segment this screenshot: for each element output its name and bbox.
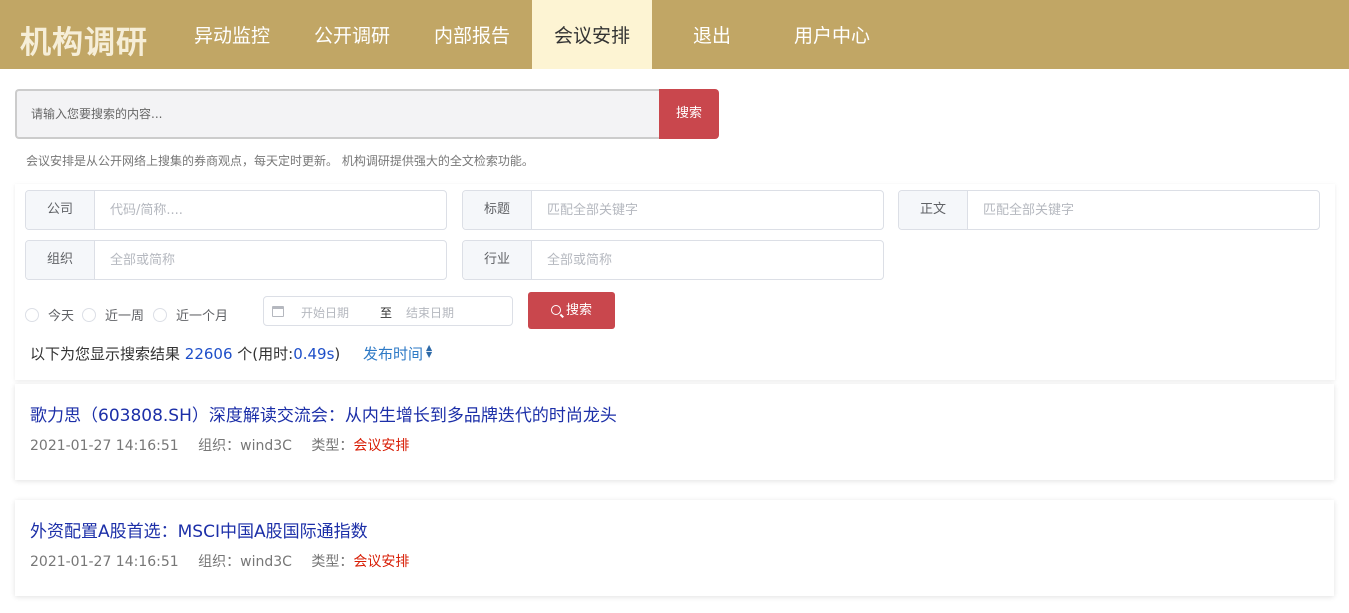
date-start-input[interactable]: 开始日期 xyxy=(301,304,349,321)
company-label: 公司 xyxy=(26,191,95,229)
type-meta-value: 会议安排 xyxy=(353,554,410,570)
summary-suffix: 个(用时: xyxy=(237,345,294,363)
date-end-input[interactable]: 结束日期 xyxy=(406,304,454,321)
result-card: 外资配置A股首选：MSCI中国A股国际通指数 2021-01-27 14:16:… xyxy=(15,500,1334,596)
radio-circle[interactable] xyxy=(25,307,39,322)
org-meta-label: 组织： xyxy=(198,554,241,570)
radio-label: 近一周 xyxy=(105,309,145,324)
main-search-button[interactable]: 搜索 xyxy=(659,89,719,139)
sort-arrows-icon: ▲ ▼ xyxy=(426,343,433,359)
result-title-link[interactable]: 外资配置A股首选：MSCI中国A股国际通指数 xyxy=(30,517,368,542)
query-time: 0.49s xyxy=(293,345,335,363)
type-meta-label: 类型： xyxy=(311,438,354,454)
radio-label: 今天 xyxy=(48,309,75,324)
title-field: 标题 xyxy=(462,190,884,230)
radio-week[interactable]: 近一周 xyxy=(82,305,144,324)
nav-item-logout[interactable]: 退出 xyxy=(652,0,772,69)
radio-month[interactable]: 近一个月 xyxy=(153,305,228,324)
result-meta: 2021-01-27 14:16:51 组织：wind3C 类型：会议安排 xyxy=(30,551,424,571)
date-range-picker[interactable]: 开始日期 至 结束日期 xyxy=(263,296,513,326)
type-meta-label: 类型： xyxy=(311,554,354,570)
result-title-link[interactable]: 歌力思（603808.SH）深度解读交流会：从内生增长到多品牌迭代的时尚龙头 xyxy=(30,401,617,426)
radio-label: 近一个月 xyxy=(176,309,229,324)
industry-input[interactable] xyxy=(532,241,883,279)
result-type: 类型：会议安排 xyxy=(311,554,409,570)
company-input[interactable] xyxy=(95,191,446,229)
search-description: 会议安排是从公开网络上搜集的券商观点，每天定时更新。 机构调研提供强大的全文检索… xyxy=(26,154,534,168)
sort-by-publish-time[interactable]: 发布时间 ▲ ▼ xyxy=(363,343,432,364)
nav-item-meetings[interactable]: 会议安排 xyxy=(532,0,652,69)
nav-item-public-research[interactable]: 公开调研 xyxy=(292,0,412,69)
industry-field: 行业 xyxy=(462,240,884,280)
org-meta-value: wind3C xyxy=(240,554,292,570)
org-field: 组织 xyxy=(25,240,447,280)
calendar-icon xyxy=(272,306,284,317)
body-input[interactable] xyxy=(968,191,1319,229)
result-org: 组织：wind3C xyxy=(198,554,292,570)
body-field: 正文 xyxy=(898,190,1320,230)
result-org: 组织：wind3C xyxy=(198,438,292,454)
title-label: 标题 xyxy=(463,191,532,229)
nav-item-internal-reports[interactable]: 内部报告 xyxy=(412,0,532,69)
search-icon xyxy=(550,305,561,315)
industry-label: 行业 xyxy=(463,241,532,279)
radio-circle[interactable] xyxy=(153,307,167,322)
date-range-separator: 至 xyxy=(380,306,393,320)
org-label: 组织 xyxy=(26,241,95,279)
radio-circle[interactable] xyxy=(82,307,96,322)
company-field: 公司 xyxy=(25,190,447,230)
result-summary: 以下为您显示搜索结果 22606 个(用时:0.49s) xyxy=(30,343,340,364)
filter-search-label: 搜索 xyxy=(565,303,592,318)
result-type: 类型：会议安排 xyxy=(311,438,409,454)
main-search-input[interactable] xyxy=(15,89,660,139)
result-card: 歌力思（603808.SH）深度解读交流会：从内生增长到多品牌迭代的时尚龙头 2… xyxy=(15,384,1334,480)
org-meta-label: 组织： xyxy=(198,438,241,454)
org-meta-value: wind3C xyxy=(240,438,292,454)
result-count: 22606 xyxy=(184,345,233,363)
nav-item-user-center[interactable]: 用户中心 xyxy=(772,0,892,69)
filter-search-button[interactable]: 搜索 xyxy=(528,292,615,329)
summary-prefix: 以下为您显示搜索结果 xyxy=(30,345,181,363)
org-input[interactable] xyxy=(95,241,446,279)
result-datetime: 2021-01-27 14:16:51 xyxy=(30,438,179,454)
summary-close: ) xyxy=(334,345,341,363)
main-search-bar: 搜索 xyxy=(15,89,719,139)
result-datetime: 2021-01-27 14:16:51 xyxy=(30,554,179,570)
title-input[interactable] xyxy=(532,191,883,229)
body-label: 正文 xyxy=(899,191,968,229)
top-nav: 机构调研 异动监控 公开调研 内部报告 会议安排 退出 用户中心 xyxy=(0,0,1349,69)
result-meta: 2021-01-27 14:16:51 组织：wind3C 类型：会议安排 xyxy=(30,435,424,455)
radio-today[interactable]: 今天 xyxy=(25,305,74,324)
site-logo[interactable]: 机构调研 xyxy=(20,17,148,62)
sort-label: 发布时间 xyxy=(363,345,424,363)
type-meta-value: 会议安排 xyxy=(353,438,410,454)
nav-item-anomaly-monitor[interactable]: 异动监控 xyxy=(172,0,292,69)
